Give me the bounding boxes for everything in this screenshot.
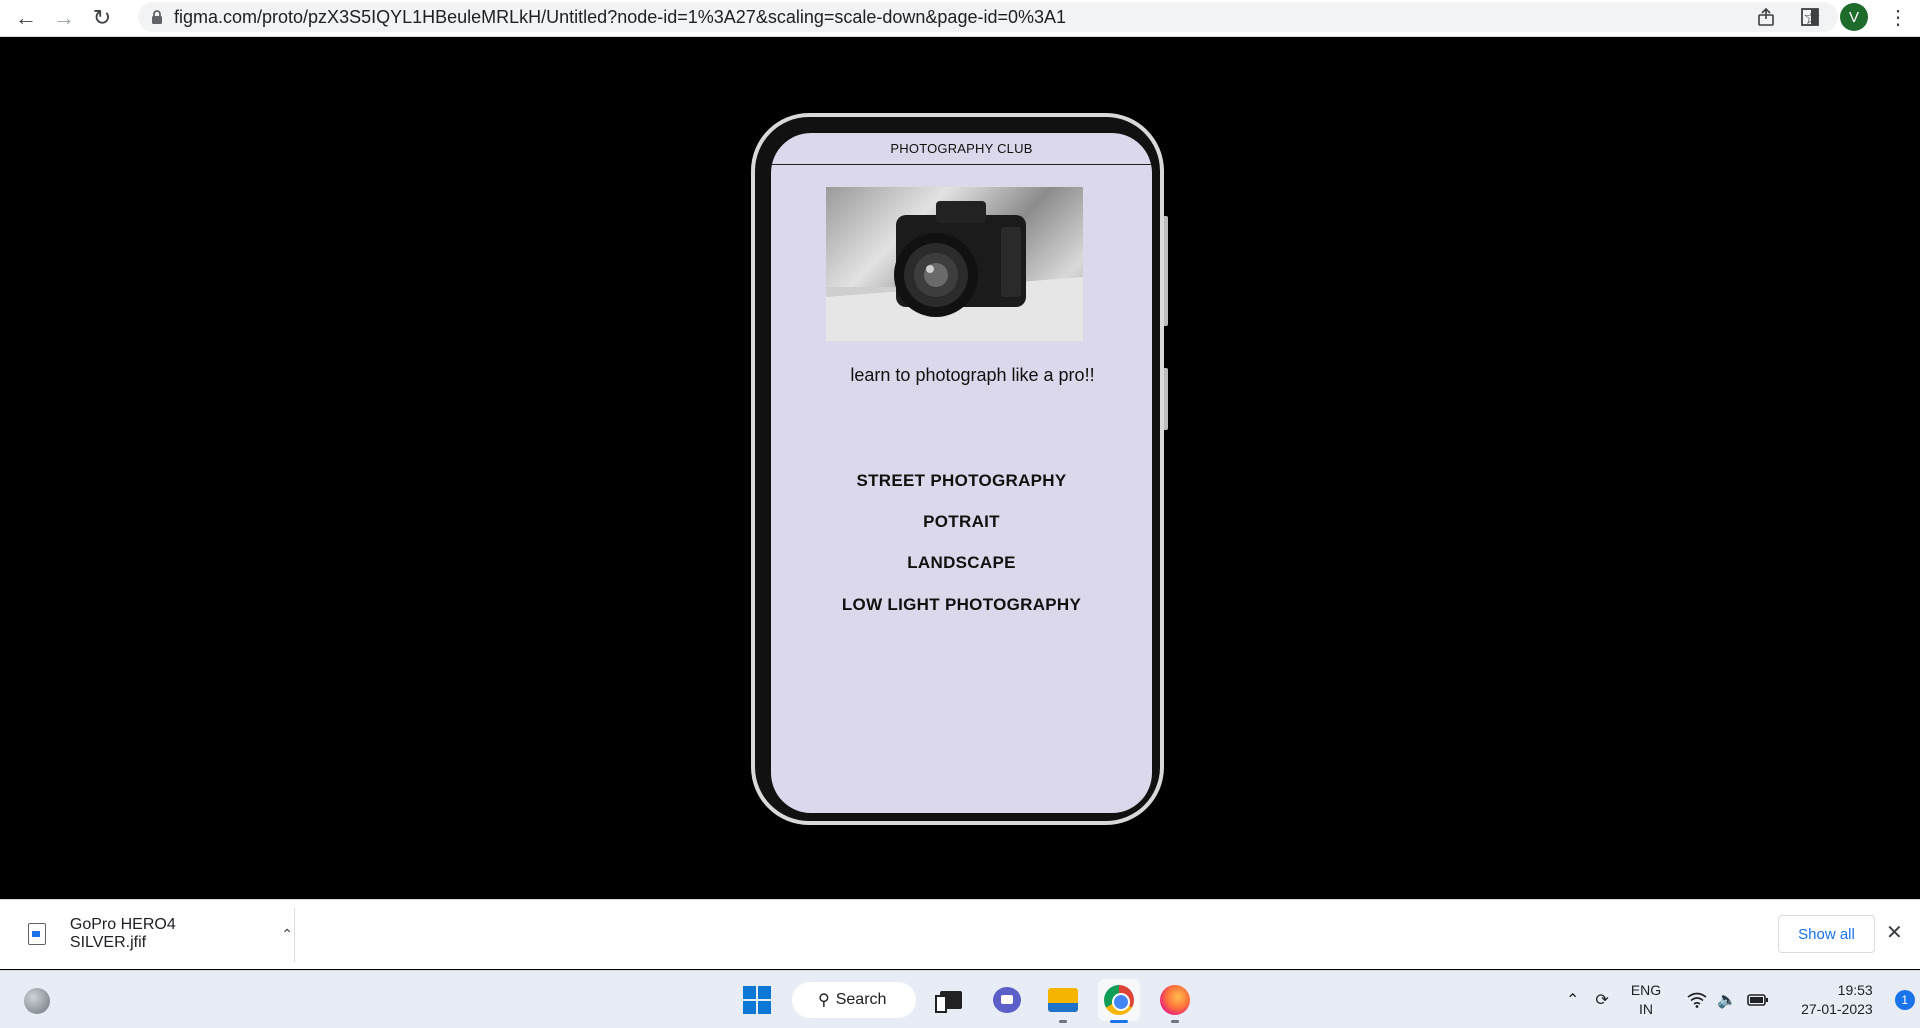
divider [294, 908, 295, 962]
menu-item-street-photography[interactable]: STREET PHOTOGRAPHY [771, 471, 1152, 491]
menu-item-low-light-photography[interactable]: LOW LIGHT PHOTOGRAPHY [771, 595, 1152, 615]
battery-icon[interactable] [1747, 993, 1769, 1007]
chrome-icon[interactable] [1098, 979, 1140, 1023]
more-menu-icon[interactable]: ⋮ [1886, 5, 1910, 29]
wifi-icon[interactable] [1687, 992, 1707, 1008]
region-code: IN [1638, 1001, 1653, 1017]
browser-toolbar: ← → ↻ figma.com/proto/pzX3S5IQYL1HBeuleM… [0, 0, 1920, 37]
phone-bezel: PHOTOGRAPHY CLUB learn to photograph lik… [755, 117, 1160, 821]
close-icon[interactable]: ✕ [1886, 920, 1903, 945]
task-view-icon[interactable] [930, 979, 972, 1021]
app-title: PHOTOGRAPHY CLUB [890, 141, 1033, 156]
show-all-button[interactable]: Show all [1778, 915, 1875, 953]
downloads-bar: GoPro HERO4 SILVER.jfif ⌃ Show all ✕ [0, 899, 1920, 969]
url-text[interactable]: figma.com/proto/pzX3S5IQYL1HBeuleMRLkH/U… [174, 7, 1066, 28]
clock-date: 27-01-2023 [1801, 1001, 1873, 1017]
back-arrow-icon[interactable]: ← [10, 4, 42, 32]
teams-chat-icon[interactable] [986, 979, 1028, 1021]
reload-icon[interactable]: ↻ [86, 4, 118, 32]
file-explorer-icon[interactable] [1042, 979, 1084, 1023]
hero-camera-image [826, 187, 1083, 341]
download-item[interactable]: GoPro HERO4 SILVER.jfif ⌃ [18, 914, 293, 954]
app-header: PHOTOGRAPHY CLUB [771, 133, 1152, 165]
lock-icon[interactable] [150, 10, 164, 24]
system-tray: ⌃ ⟳ ENG IN 🔈 19:53 27-01-2023 1 [1566, 979, 1915, 1021]
share-icon[interactable] [1754, 5, 1778, 29]
menu-item-potrait[interactable]: POTRAIT [771, 512, 1152, 532]
profile-avatar[interactable]: V [1840, 3, 1868, 31]
menu-item-landscape[interactable]: LANDSCAPE [771, 553, 1152, 573]
chevron-up-icon[interactable]: ⌃ [1566, 990, 1579, 1010]
taskbar-apps: ⚲ Search [736, 979, 1196, 1023]
prototype-stage: PHOTOGRAPHY CLUB learn to photograph lik… [0, 38, 1920, 899]
notification-badge[interactable]: 1 [1894, 990, 1915, 1010]
search-icon: ⚲ [818, 992, 830, 1009]
download-file-name[interactable]: GoPro HERO4 SILVER.jfif [70, 916, 255, 952]
address-bar[interactable]: figma.com/proto/pzX3S5IQYL1HBeuleMRLkH/U… [138, 2, 1838, 32]
file-icon [28, 923, 46, 945]
weather-icon[interactable] [24, 988, 50, 1014]
search-label: Search [835, 991, 887, 1008]
side-panel-icon[interactable] [1798, 5, 1822, 29]
volume-icon[interactable]: 🔈 [1717, 990, 1737, 1010]
forward-arrow-icon[interactable]: → [48, 4, 80, 32]
taskbar: ⚲ Search ⌃ ⟳ ENG IN 🔈 19:53 27-01-2023 1 [0, 970, 1920, 1028]
firefox-icon[interactable] [1154, 979, 1196, 1023]
windows-start-icon[interactable] [736, 979, 778, 1021]
taskbar-search[interactable]: ⚲ Search [792, 982, 916, 1018]
language-indicator[interactable]: ENG IN [1631, 981, 1661, 1019]
sync-icon[interactable]: ⟳ [1595, 990, 1608, 1010]
clock[interactable]: 19:53 27-01-2023 [1801, 981, 1873, 1019]
phone-screen: PHOTOGRAPHY CLUB learn to photograph lik… [771, 133, 1152, 813]
phone-frame: PHOTOGRAPHY CLUB learn to photograph lik… [751, 113, 1164, 825]
language-code: ENG [1630, 982, 1662, 998]
clock-time: 19:53 [1837, 982, 1873, 998]
tagline: learn to photograph like a pro!! [850, 365, 1095, 385]
chevron-up-icon[interactable]: ⌃ [281, 926, 293, 943]
